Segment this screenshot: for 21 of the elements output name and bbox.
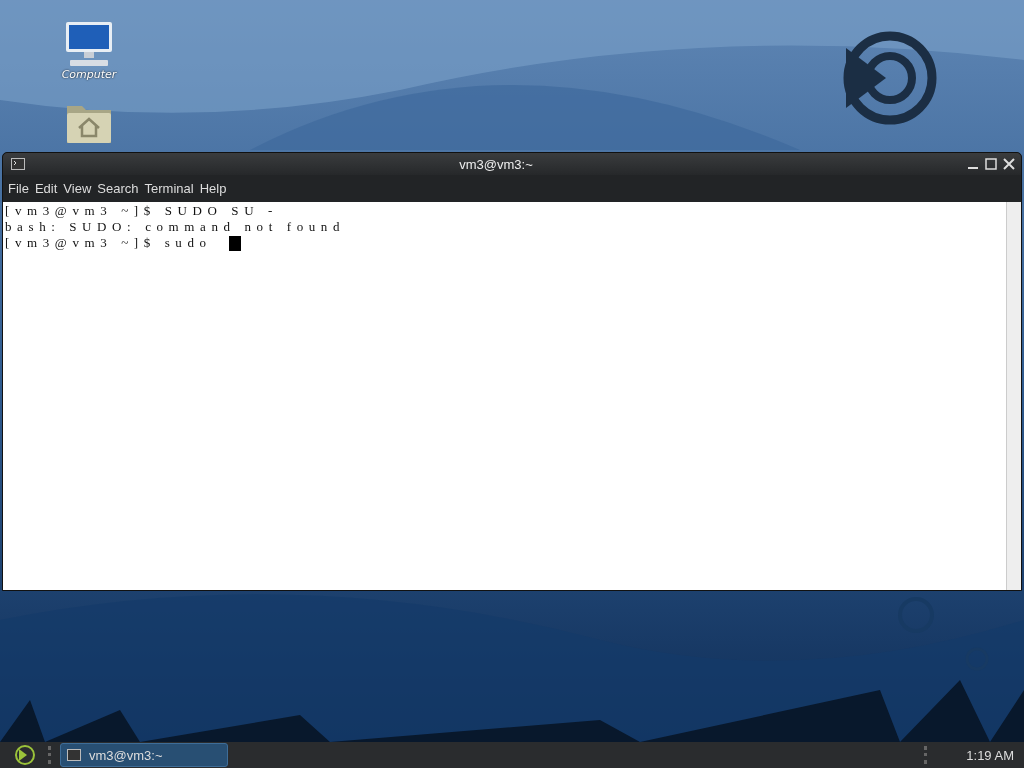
maximize-icon[interactable] — [985, 158, 997, 170]
terminal-icon — [67, 749, 81, 761]
terminal-line: bash: SUDO: command not found — [5, 219, 346, 235]
menu-item[interactable]: Edit — [31, 179, 61, 198]
icon-label: Computer — [61, 68, 117, 81]
terminal-line: [vm3@vm3 ~]$ SUDO SU - — [5, 203, 278, 219]
menu-item[interactable]: Terminal — [141, 179, 197, 198]
menu-item[interactable]: Help — [196, 179, 230, 198]
text-cursor — [228, 235, 241, 251]
menu-item[interactable]: File — [5, 179, 32, 198]
start-menu-icon[interactable] — [14, 744, 36, 766]
terminal-line: [vm3@vm3 ~]$ sudo — [5, 235, 213, 251]
close-icon[interactable] — [1003, 158, 1015, 170]
scrollbar[interactable] — [1006, 202, 1021, 590]
window-title: vm3@vm3:~ — [458, 156, 534, 172]
menu-item[interactable]: View — [60, 179, 95, 198]
computer-icon[interactable] — [64, 20, 114, 68]
clock[interactable]: 1:19 AM — [966, 747, 1014, 763]
terminal-icon — [11, 158, 25, 170]
taskbar-button[interactable]: vm3@vm3:~ — [60, 743, 228, 767]
menu-item[interactable]: Search — [94, 179, 142, 198]
